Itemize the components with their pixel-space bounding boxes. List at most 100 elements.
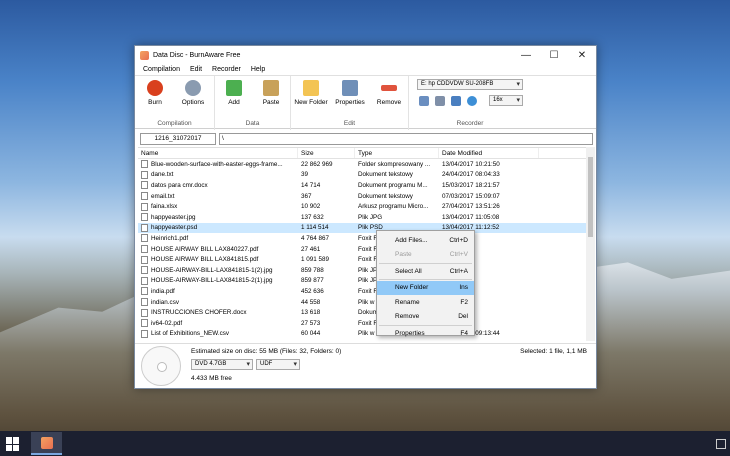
file-row[interactable]: dane.txt 39 Dokument tekstowy 24/04/2017 08… (138, 170, 586, 181)
file-name-cell: happyeaster.jpg (138, 213, 298, 222)
taskbar-burnaware-icon[interactable] (31, 432, 62, 455)
add-button[interactable]: Add (215, 80, 253, 106)
path-field[interactable]: \ (219, 132, 593, 145)
ribbon-group-data: Add Paste Data (215, 76, 291, 130)
context-item-rename[interactable]: Rename F2 (377, 295, 474, 310)
column-date[interactable]: Date Modified (439, 148, 539, 158)
free-space-text: 4.433 MB free (191, 375, 232, 382)
options-button[interactable]: Options (174, 80, 212, 106)
file-icon (141, 319, 148, 328)
file-icon (141, 298, 148, 307)
column-type[interactable]: Type (355, 148, 439, 158)
paste-label: Paste (262, 99, 280, 106)
menu-edit[interactable]: Edit (185, 66, 207, 73)
windows-start-icon[interactable] (6, 437, 20, 451)
group-label-data: Data (245, 120, 260, 127)
file-size-cell: 27 461 (301, 245, 321, 253)
paste-button[interactable]: Paste (252, 80, 290, 106)
file-size-cell: 22 862 969 (301, 160, 333, 168)
file-icon (141, 255, 148, 264)
file-row[interactable]: Heinrich1.pdf4 764 867Foxit R3:37:21 (138, 233, 586, 244)
group-label-compilation: Compilation (157, 120, 192, 127)
burnaware-window: Data Disc - BurnAware Free — ☐ ✕ Compila… (134, 45, 597, 389)
file-row[interactable]: indian.csv44 558Plik w0:44:52 (138, 297, 586, 308)
eject-icon[interactable] (451, 96, 461, 106)
properties-label: Properties (335, 99, 365, 106)
speed-select[interactable]: 16x (489, 95, 523, 106)
app-icon (140, 50, 149, 60)
file-type-cell: Arkusz programu Micro... (358, 203, 429, 211)
disc-usage-icon (141, 346, 181, 386)
vertical-scrollbar[interactable] (586, 147, 595, 341)
file-row[interactable]: List of Exhibitions_NEW.csv 60 044 Plik w … (138, 329, 586, 340)
properties-icon (342, 80, 358, 96)
file-row[interactable]: INSTRUCCIONES CHOFER.docx13 618Dokum0:23… (138, 307, 586, 318)
file-name-cell: HOUSE AIRWAY BILL LAX841815.pdf (138, 255, 298, 264)
file-type-cell: Dokument programu M... (358, 181, 428, 189)
context-item-paste[interactable]: Paste Ctrl+V (377, 248, 474, 263)
file-name-cell: datos para cmr.docx (138, 181, 298, 190)
context-item-add-files[interactable]: Add Files... Ctrl+D (377, 233, 474, 248)
properties-button[interactable]: Properties (331, 80, 369, 106)
file-date-cell: 13/04/2017 11:05:08 (442, 213, 500, 221)
file-row[interactable]: happyeaster.psd 1 114 514 Plik PSD 13/04/20… (138, 222, 586, 234)
file-icon (141, 223, 148, 232)
add-icon (226, 80, 242, 96)
file-row[interactable]: HOUSE-AIRWAY-BILL-LAX841815-1(2).jpg 859 … (138, 265, 586, 276)
remove-icon (381, 85, 397, 91)
file-name-cell: INSTRUCCIONES CHOFER.docx (138, 308, 298, 317)
file-row[interactable]: HOUSE AIRWAY BILL LAX841815.pdf 1 091 589… (138, 254, 586, 265)
file-row[interactable]: datos para cmr.docx 14 714 Dokument progra… (138, 180, 586, 191)
disc-info-icon[interactable] (435, 96, 445, 106)
menu-help[interactable]: Help (246, 66, 270, 73)
file-row[interactable]: email.txt 367 Dokument tekstowy 07/03/2017 … (138, 191, 586, 202)
close-button[interactable]: ✕ (568, 46, 596, 64)
file-date-cell: 07/03/2017 15:09:07 (442, 192, 500, 200)
refresh-icon[interactable] (467, 96, 477, 106)
ribbon-group-recorder: E: hp CDDVDW SU-208FB 16x Recorder (409, 76, 531, 130)
file-size-cell: 1 091 589 (301, 256, 330, 264)
file-list: Name Size Type Date Modified Blue-wooden… (138, 147, 586, 341)
file-row[interactable]: HOUSE AIRWAY BILL LAX840227.pdf 27 461 Fox… (138, 244, 586, 255)
file-row[interactable]: Blue-wooden-surface-with-easter-eggs-fra… (138, 159, 586, 170)
taskbar (0, 431, 730, 456)
context-item-remove[interactable]: Remove Del (377, 310, 474, 325)
file-list-header: Name Size Type Date Modified (138, 148, 586, 159)
file-row[interactable]: happyeaster.jpg 137 632 Plik JPG 13/04/2017… (138, 212, 586, 223)
menu-recorder[interactable]: Recorder (207, 66, 246, 73)
column-size[interactable]: Size (298, 148, 355, 158)
minimize-button[interactable]: — (512, 46, 540, 64)
file-size-cell: 39 (301, 171, 309, 179)
file-row[interactable]: HOUSE-AIRWAY-BILL-LAX841815-2(1).jpg 859 … (138, 276, 586, 287)
new-folder-button[interactable]: New Folder (292, 80, 330, 106)
burn-button[interactable]: Burn (136, 80, 174, 106)
filesystem-select[interactable]: UDF (256, 359, 300, 370)
file-row[interactable]: faina.xlsx 10 902 Arkusz programu Micro...… (138, 201, 586, 212)
context-item-properties[interactable]: Properties F4 (377, 326, 474, 341)
menu-compilation[interactable]: Compilation (138, 66, 185, 73)
scrollbar-thumb[interactable] (588, 157, 593, 237)
burn-label: Burn (148, 99, 162, 106)
remove-button[interactable]: Remove (370, 80, 408, 106)
context-item-select-all[interactable]: Select All Ctrl+A (377, 264, 474, 279)
context-item-new-folder[interactable]: New Folder Ins (377, 280, 474, 295)
column-name[interactable]: Name (138, 148, 298, 158)
erase-disc-icon[interactable] (419, 96, 429, 106)
drive-select[interactable]: E: hp CDDVDW SU-208FB (417, 79, 523, 90)
ribbon-group-compilation: Burn Options Compilation (135, 76, 215, 130)
disc-type-select[interactable]: DVD 4.7GB (191, 359, 253, 370)
file-icon (141, 287, 148, 296)
file-row[interactable]: india.pdf452 636Foxit R0:18:48 (138, 286, 586, 297)
context-menu: Add Files... Ctrl+D Paste Ctrl+V Select All C… (376, 230, 475, 337)
file-size-cell: 137 632 (301, 213, 324, 221)
file-name-cell: List of Exhibitions_NEW.csv (138, 329, 298, 338)
notification-icon[interactable] (716, 439, 726, 449)
file-name-cell: happyeaster.psd (138, 223, 298, 232)
disc-label-field[interactable]: 1216_31072017 (140, 132, 216, 145)
file-name-cell: HOUSE-AIRWAY-BILL-LAX841815-1(2).jpg (138, 266, 298, 275)
file-row[interactable]: iv64-02.pdf27 573Foxit R0:48:51 (138, 318, 586, 329)
file-icon (141, 170, 148, 179)
file-size-cell: 859 877 (301, 277, 324, 285)
options-label: Options (181, 99, 205, 106)
maximize-button[interactable]: ☐ (540, 46, 568, 64)
